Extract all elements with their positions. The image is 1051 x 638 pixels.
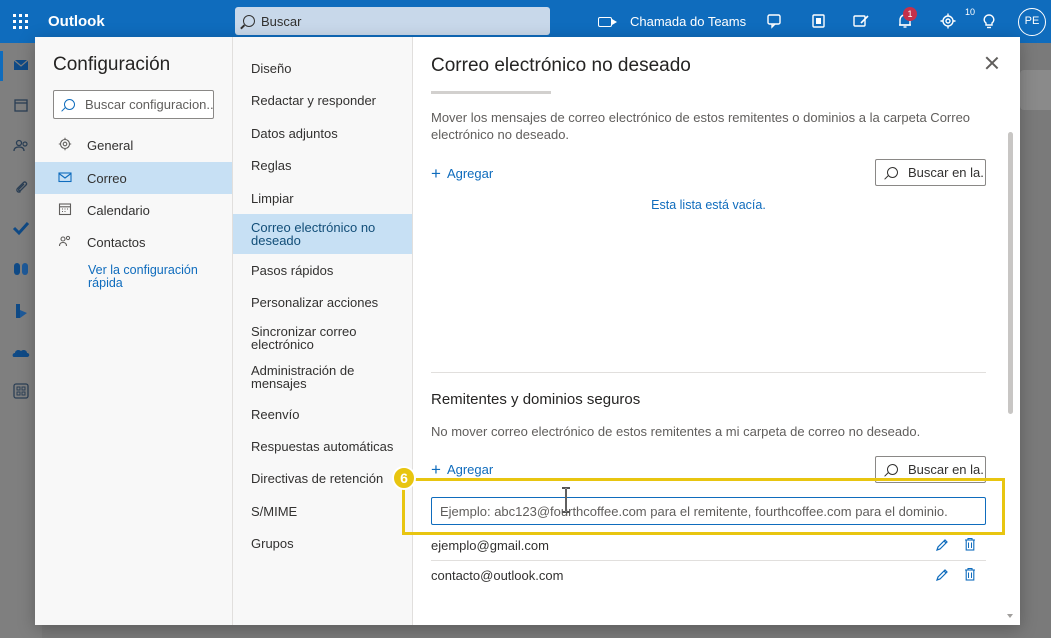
calendar-icon[interactable]	[11, 95, 31, 115]
category-mail[interactable]: Correo	[35, 162, 232, 194]
safe-senders-description: No mover correo electrónico de estos rem…	[431, 424, 921, 439]
category-general[interactable]: General	[35, 129, 232, 161]
subsection-groups[interactable]: Grupos	[233, 527, 412, 559]
settings-dialog: Configuración Buscar configuracion... Ge…	[35, 37, 1020, 625]
waffle-icon	[12, 14, 28, 29]
category-label: General	[87, 137, 134, 153]
subsection-customize-actions[interactable]: Personalizar acciones	[233, 286, 412, 318]
empty-list-message: Esta lista está vacía.	[651, 198, 766, 212]
category-label: Correo	[87, 170, 127, 186]
more-apps-icon[interactable]	[11, 381, 31, 401]
delete-trash-icon[interactable]	[964, 537, 976, 551]
subsection-sweep[interactable]: Limpiar	[233, 182, 412, 214]
subsection-message-handling[interactable]: Administración de mensajes	[233, 359, 412, 395]
rail-active-indicator	[0, 51, 3, 81]
viva-icon[interactable]	[11, 259, 31, 279]
junk-email-pane: Correo electrónico no deseado Mover los …	[413, 37, 1020, 625]
onedrive-icon[interactable]	[11, 343, 31, 363]
avatar[interactable]: PE	[1018, 8, 1046, 36]
subsection-automatic-replies[interactable]: Respuestas automáticas	[233, 430, 412, 462]
subsection-quick-steps[interactable]: Pasos rápidos	[233, 254, 412, 286]
pane-title: Correo electrónico no deseado	[431, 55, 691, 76]
video-camera-icon	[598, 16, 617, 27]
safe-sender-address: contacto@outlook.com	[431, 567, 564, 583]
subsection-attachments[interactable]: Datos adjuntos	[233, 117, 412, 149]
search-icon	[64, 99, 75, 110]
subsection-sync-email[interactable]: Sincronizar correo electrónico	[233, 320, 412, 356]
quick-settings-link[interactable]: Ver la configuración rápida	[88, 264, 218, 290]
subsection-smime[interactable]: S/MIME	[233, 495, 412, 527]
plus-icon: +	[431, 460, 441, 479]
paperclip-icon[interactable]	[11, 177, 31, 197]
search-icon	[243, 15, 255, 27]
safe-add-label: Agregar	[446, 462, 494, 477]
people-icon	[57, 234, 73, 251]
search-icon	[887, 464, 898, 475]
blocked-add-label: Agregar	[446, 166, 494, 181]
background-card	[1020, 70, 1051, 110]
plus-icon: +	[431, 164, 441, 183]
blocked-description: Mover los mensajes de correo electrónico…	[431, 110, 971, 142]
safe-sender-row: contacto@outlook.com	[431, 560, 986, 590]
office-icon[interactable]	[810, 12, 828, 30]
calendar-icon	[57, 202, 73, 219]
subsection-rules[interactable]: Reglas	[233, 149, 412, 181]
safe-sender-address: ejemplo@gmail.com	[431, 537, 549, 553]
subsection-compose[interactable]: Redactar y responder	[233, 84, 412, 116]
section-divider	[431, 372, 986, 373]
scroll-down-arrow-icon[interactable]	[1007, 614, 1013, 618]
pane-scrollbar[interactable]	[1008, 132, 1013, 414]
subsection-retention-policies[interactable]: Directivas de retención	[233, 462, 412, 494]
edit-pencil-icon[interactable]	[935, 568, 949, 582]
blocked-search-placeholder: Buscar en la...	[908, 165, 986, 180]
teams-call-label: Chamada do Teams	[630, 14, 747, 29]
mail-icon	[57, 170, 73, 187]
step-highlight-box	[402, 478, 1005, 535]
notification-badge: 1	[903, 7, 917, 21]
todo-check-icon[interactable]	[11, 218, 31, 238]
settings-gear-icon[interactable]	[939, 12, 957, 30]
gear-icon	[57, 137, 73, 154]
search-icon	[887, 167, 898, 178]
subsection-forwarding[interactable]: Reenvío	[233, 398, 412, 430]
close-icon[interactable]	[984, 55, 1000, 71]
compose-icon[interactable]	[852, 12, 870, 30]
global-search-placeholder: Buscar	[261, 13, 302, 29]
text-cursor-icon	[560, 487, 572, 513]
category-label: Contactos	[87, 234, 146, 250]
mail-subsections-panel: Diseño Redactar y responder Datos adjunt…	[233, 37, 413, 625]
step-number-badge: 6	[392, 466, 416, 490]
edit-pencil-icon[interactable]	[935, 538, 949, 552]
settings-categories-panel: Configuración Buscar configuracion... Ge…	[35, 37, 233, 625]
safe-senders-title: Remitentes y dominios seguros	[431, 391, 641, 408]
subsection-junk-email[interactable]: Correo electrónico no deseado	[233, 214, 412, 254]
clipped-section-heading	[431, 89, 986, 95]
blocked-search-input[interactable]: Buscar en la...	[875, 159, 986, 186]
lightbulb-icon[interactable]	[980, 12, 998, 30]
app-launcher-button[interactable]	[0, 0, 40, 43]
delete-trash-icon[interactable]	[964, 567, 976, 581]
mail-icon[interactable]	[11, 55, 31, 75]
safe-add-button[interactable]: + Agregar	[431, 460, 494, 479]
settings-title: Configuración	[53, 54, 171, 75]
app-name[interactable]: Outlook	[48, 13, 234, 30]
tips-badge: 10	[965, 7, 976, 17]
chat-icon[interactable]	[766, 12, 784, 30]
category-calendar[interactable]: Calendario	[35, 194, 232, 226]
category-label: Calendario	[87, 202, 150, 218]
bookings-icon[interactable]	[11, 301, 31, 321]
settings-search-placeholder: Buscar configuracion...	[85, 97, 214, 112]
safe-search-placeholder: Buscar en la...	[908, 462, 986, 477]
settings-search-input[interactable]: Buscar configuracion...	[53, 90, 214, 119]
people-icon[interactable]	[11, 136, 31, 156]
blocked-add-button[interactable]: + Agregar	[431, 164, 494, 183]
global-search-input[interactable]: Buscar	[235, 7, 550, 35]
category-contacts[interactable]: Contactos	[35, 226, 232, 258]
subsection-layout[interactable]: Diseño	[233, 52, 412, 84]
